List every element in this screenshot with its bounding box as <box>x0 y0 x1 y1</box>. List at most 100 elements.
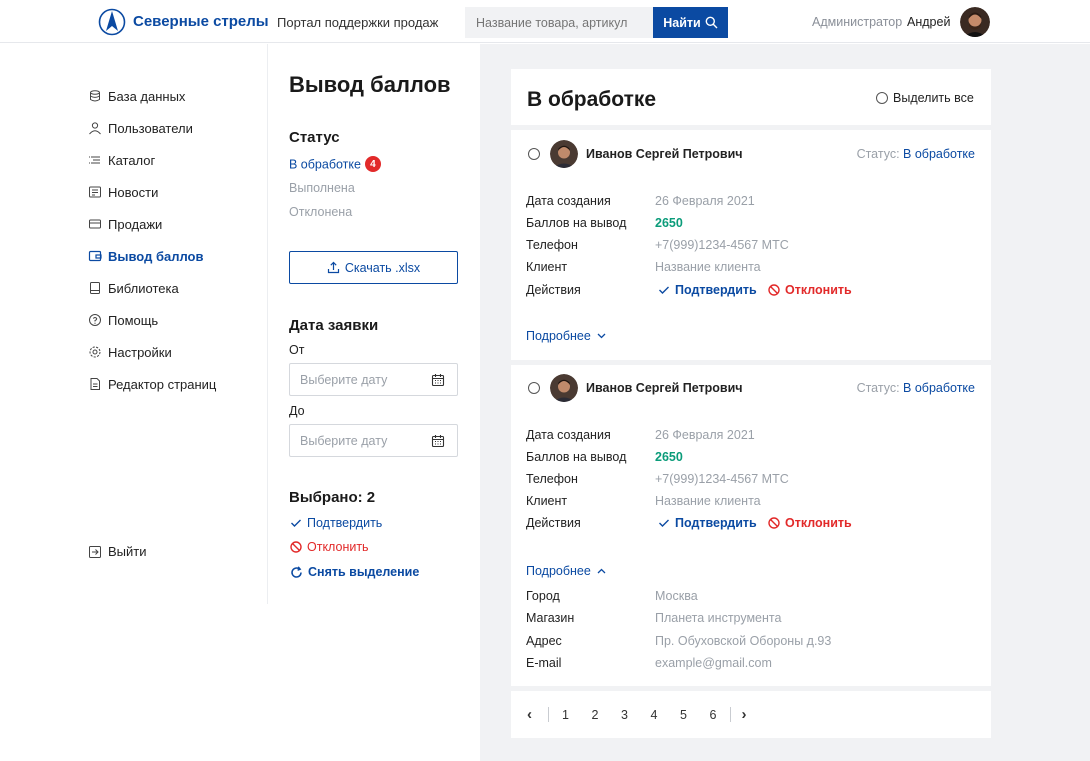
search-input[interactable] <box>465 7 653 38</box>
sidebar-item-page-editor[interactable]: Редактор страниц <box>88 368 263 400</box>
status-filter-completed[interactable]: Выполнена <box>289 181 355 195</box>
page-button[interactable]: 1 <box>562 708 592 722</box>
confirm-button[interactable]: Подтвердить <box>658 516 757 530</box>
logout-icon <box>89 545 101 558</box>
pagination: ‹ 1 2 3 4 5 6 › <box>527 706 754 723</box>
address-value: Пр. Обуховской Обороны д.93 <box>655 634 832 648</box>
reject-button[interactable]: Отклонить <box>768 283 852 297</box>
field-label: Телефон <box>526 472 578 486</box>
sidebar-item-catalog[interactable]: Каталог <box>88 144 263 176</box>
city-value: Москва <box>655 589 698 603</box>
logo-icon[interactable] <box>98 8 126 36</box>
status-prefix: Статус: <box>856 147 900 161</box>
sidebar-item-database[interactable]: База данных <box>88 80 263 112</box>
sidebar-item-library[interactable]: Библиотека <box>88 272 263 304</box>
more-toggle[interactable]: Подробнее <box>526 564 606 578</box>
date-to-field[interactable]: Выберите дату <box>289 424 458 457</box>
phone-value: +7(999)1234-4567 МТС <box>655 472 789 486</box>
select-all-toggle[interactable]: Выделить все <box>876 91 974 105</box>
date-placeholder: Выберите дату <box>300 433 388 448</box>
sidebar-item-label: Пользователи <box>108 120 193 136</box>
bulk-reject-label: Отклонить <box>307 540 369 554</box>
sales-icon <box>89 219 101 229</box>
forbidden-icon <box>768 284 780 296</box>
search-button[interactable]: Найти <box>653 7 728 38</box>
status-value: В обработке <box>903 381 975 395</box>
sidebar-item-news[interactable]: Новости <box>88 176 263 208</box>
bulk-reject-button[interactable]: Отклонить <box>290 540 369 554</box>
confirm-button[interactable]: Подтвердить <box>658 283 757 297</box>
sidebar-item-sales[interactable]: Продажи <box>88 208 263 240</box>
check-icon <box>659 519 669 527</box>
sidebar-item-label: Новости <box>108 184 159 200</box>
upload-icon <box>327 261 339 274</box>
reject-button[interactable]: Отклонить <box>768 516 852 530</box>
user-role: Администратор <box>812 15 903 29</box>
points-value: 2650 <box>655 216 683 230</box>
sidebar-nav: База данных Пользователи Каталог Новости… <box>88 80 263 400</box>
field-label: Клиент <box>526 494 568 508</box>
page-button[interactable]: 4 <box>651 708 681 722</box>
prev-page-button[interactable]: ‹ <box>527 706 539 723</box>
page-button[interactable]: 3 <box>621 708 651 722</box>
pagination-divider <box>548 707 549 722</box>
request-select-radio[interactable] <box>528 148 540 160</box>
created-date: 26 Февраля 2021 <box>655 428 755 442</box>
sidebar-item-label: База данных <box>108 88 186 104</box>
sidebar-item-help[interactable]: Помощь <box>88 304 263 336</box>
email-value: example@gmail.com <box>655 656 772 670</box>
download-xlsx-button[interactable]: Скачать .xlsx <box>289 251 458 284</box>
field-label: Дата создания <box>526 194 611 208</box>
withdraw-icon <box>88 250 102 262</box>
avatar[interactable] <box>960 7 990 37</box>
status-filter-in-progress[interactable]: В обработке 4 <box>289 156 381 173</box>
status-value: В обработке <box>903 147 975 161</box>
detail-label: Магазин <box>526 611 575 625</box>
forbidden-icon <box>290 541 302 553</box>
page-button[interactable]: 6 <box>710 708 730 722</box>
reject-label: Отклонить <box>785 283 852 297</box>
library-icon <box>90 282 100 294</box>
next-page-button[interactable]: › <box>742 706 754 723</box>
sidebar-item-label: Редактор страниц <box>108 376 217 392</box>
select-all-radio[interactable] <box>876 92 888 104</box>
settings-icon <box>89 346 101 358</box>
logout-button[interactable]: Выйти <box>88 544 147 559</box>
check-icon <box>291 519 301 527</box>
clear-selection-button[interactable]: Снять выделение <box>290 565 419 579</box>
sidebar-item-withdraw-points[interactable]: Вывод баллов <box>88 240 263 272</box>
more-label: Подробнее <box>526 564 591 578</box>
user-name[interactable]: Андрей <box>907 15 950 29</box>
top-bar: Северные стрелы Портал поддержки продаж … <box>0 0 1090 43</box>
confirm-label: Подтвердить <box>675 283 757 297</box>
calendar-icon[interactable] <box>431 434 445 448</box>
database-icon <box>90 90 100 102</box>
more-toggle[interactable]: Подробнее <box>526 329 606 343</box>
status-filter-rejected[interactable]: Отклонена <box>289 205 352 219</box>
portal-subtitle: Портал поддержки продаж <box>277 15 439 30</box>
selected-count: Выбрано: 2 <box>289 489 376 506</box>
sidebar-item-settings[interactable]: Настройки <box>88 336 263 368</box>
brand-name[interactable]: Северные стрелы <box>133 13 269 30</box>
request-select-radio[interactable] <box>528 382 540 394</box>
page-button[interactable]: 5 <box>680 708 710 722</box>
refresh-icon <box>291 565 302 578</box>
bulk-confirm-label: Подтвердить <box>307 516 383 530</box>
news-icon <box>89 186 101 198</box>
sidebar-item-label: Помощь <box>108 312 159 328</box>
sidebar-item-label: Продажи <box>108 216 163 232</box>
calendar-icon[interactable] <box>431 373 445 387</box>
sidebar-item-label: Вывод баллов <box>108 248 204 264</box>
avatar <box>550 374 578 402</box>
page-button[interactable]: 2 <box>592 708 622 722</box>
list-title: В обработке <box>527 88 657 111</box>
field-label: Клиент <box>526 260 568 274</box>
download-label: Скачать .xlsx <box>344 260 421 275</box>
bulk-confirm-button[interactable]: Подтвердить <box>290 516 382 530</box>
sidebar-item-label: Каталог <box>108 152 156 168</box>
sidebar-item-users[interactable]: Пользователи <box>88 112 263 144</box>
catalog-icon <box>89 156 100 164</box>
page-editor-icon <box>90 378 100 390</box>
sidebar-item-label: Библиотека <box>108 280 179 296</box>
date-from-field[interactable]: Выберите дату <box>289 363 458 396</box>
